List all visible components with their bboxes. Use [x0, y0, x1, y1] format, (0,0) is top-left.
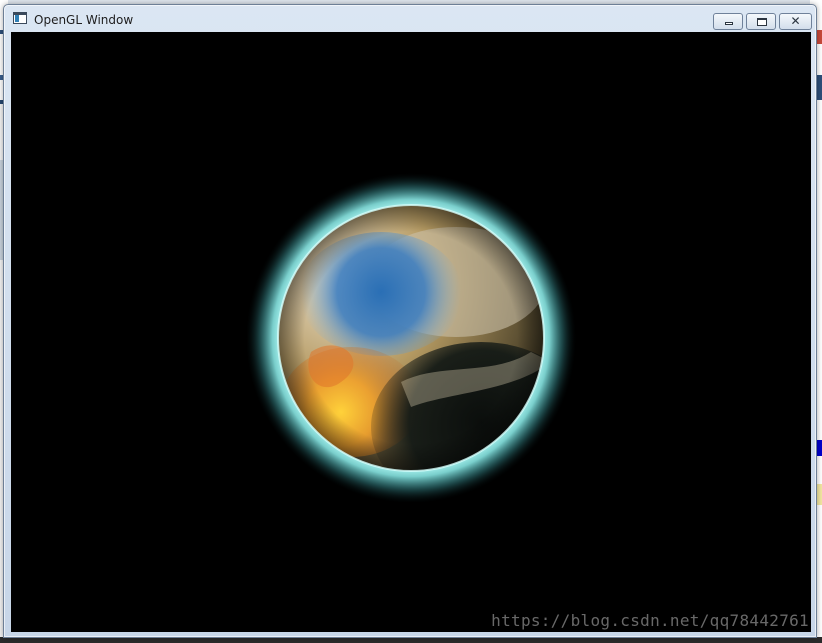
opengl-render-area[interactable]: https://blog.csdn.net/qq78442761 [11, 32, 811, 632]
window-title: OpenGL Window [34, 13, 134, 27]
maximize-icon [747, 14, 775, 29]
minimize-button[interactable] [713, 13, 743, 30]
close-icon: ✕ [790, 14, 801, 28]
maximize-button[interactable] [746, 13, 776, 30]
minimize-icon [714, 14, 742, 29]
window-app-icon[interactable] [13, 12, 27, 24]
close-button[interactable]: ✕ [779, 13, 812, 30]
title-bar[interactable]: OpenGL Window ✕ [4, 5, 816, 32]
opengl-window: OpenGL Window ✕ https://blog.csdn.net/qq… [3, 4, 817, 638]
watermark-text: https://blog.csdn.net/qq78442761 [491, 611, 809, 630]
planet-render [246, 173, 576, 503]
